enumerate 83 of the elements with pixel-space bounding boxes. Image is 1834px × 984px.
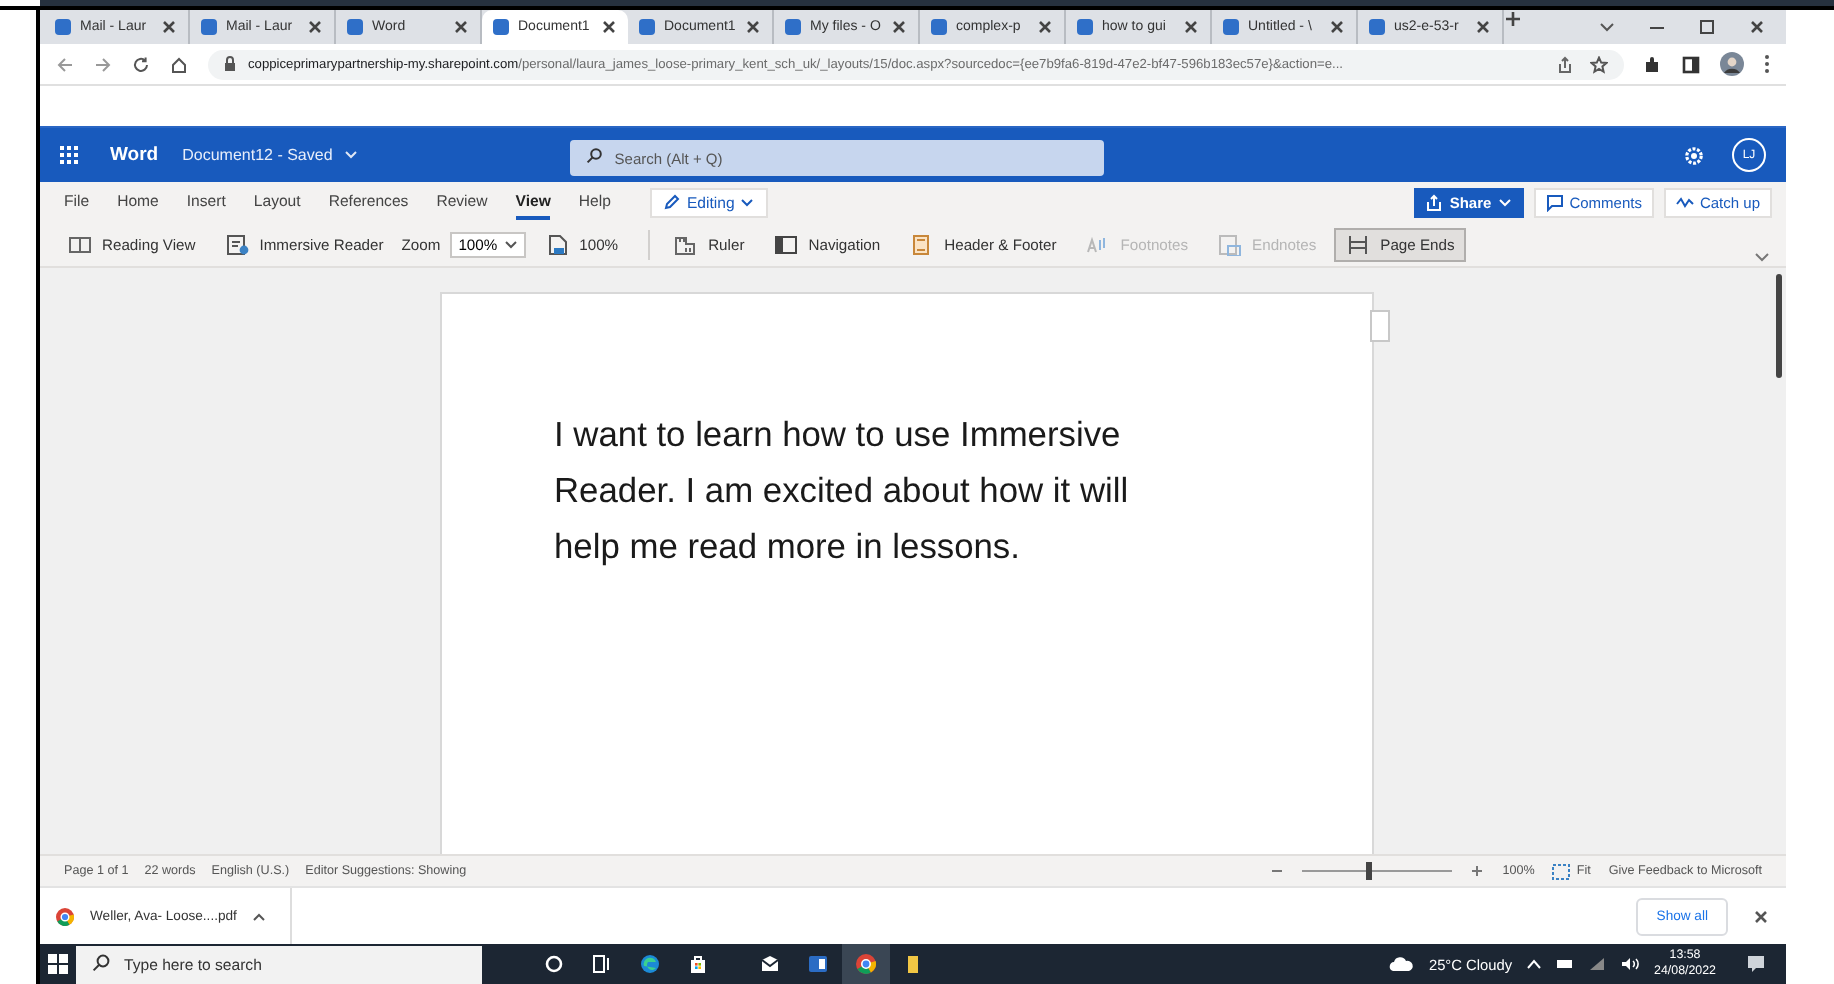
task-view-icon[interactable] <box>592 954 612 974</box>
close-icon[interactable] <box>160 18 178 36</box>
fit-icon <box>1552 863 1571 879</box>
profile-avatar-icon[interactable] <box>1720 52 1744 76</box>
close-icon[interactable] <box>1182 18 1200 36</box>
close-icon[interactable] <box>1036 18 1054 36</box>
search-icon <box>92 954 110 972</box>
reader-icon <box>225 233 250 255</box>
forward-icon[interactable] <box>94 55 112 73</box>
zoom-in-icon[interactable] <box>1470 864 1485 878</box>
book-icon <box>68 233 92 255</box>
menu-icon[interactable] <box>1764 54 1770 74</box>
scrollbar-thumb[interactable] <box>1776 274 1782 378</box>
activity-icon <box>1675 193 1694 211</box>
extension-icon[interactable] <box>1644 55 1662 73</box>
app-launcher-icon[interactable] <box>60 146 78 164</box>
caret-icon <box>740 197 755 207</box>
chrome-icon[interactable] <box>856 954 876 974</box>
close-icon[interactable] <box>1748 18 1766 36</box>
close-icon[interactable] <box>306 18 324 36</box>
page-ends-icon <box>1346 233 1371 255</box>
word-app-icon[interactable] <box>808 954 828 974</box>
app-name: Word <box>110 144 159 166</box>
site-icon <box>638 18 656 36</box>
site-icon <box>200 18 218 36</box>
sidebar-icon[interactable] <box>1682 55 1700 73</box>
site-icon <box>492 18 510 36</box>
close-icon[interactable] <box>890 18 908 36</box>
caret-icon <box>1497 197 1512 207</box>
expand-icon[interactable] <box>1754 252 1770 264</box>
close-icon[interactable] <box>1752 907 1770 925</box>
document-title[interactable]: Document12 - Saved <box>182 146 359 164</box>
close-icon[interactable] <box>600 18 618 36</box>
mail-icon[interactable] <box>760 954 780 974</box>
comment-marker[interactable] <box>1370 310 1390 342</box>
caret-icon <box>344 150 359 160</box>
windows-start-icon[interactable] <box>48 954 68 974</box>
comment-icon <box>1545 193 1564 211</box>
ruler-icon <box>674 233 699 255</box>
chrome-icon <box>56 907 74 925</box>
close-icon[interactable] <box>1328 18 1346 36</box>
maximize-icon[interactable] <box>1698 18 1716 36</box>
settings-icon[interactable] <box>1684 145 1704 165</box>
site-icon <box>1368 18 1386 36</box>
battery-icon[interactable] <box>1556 958 1575 970</box>
pencil-icon <box>664 194 681 210</box>
site-icon <box>1222 18 1240 36</box>
site-icon <box>1076 18 1094 36</box>
site-icon <box>54 18 72 36</box>
close-icon[interactable] <box>1474 18 1492 36</box>
share-icon[interactable] <box>1556 55 1574 73</box>
store-icon[interactable] <box>688 954 708 974</box>
close-icon[interactable] <box>452 18 470 36</box>
lock-icon <box>224 56 236 72</box>
star-icon[interactable] <box>1590 55 1608 73</box>
cloud-icon[interactable] <box>1388 956 1415 972</box>
cortana-icon[interactable] <box>544 954 564 974</box>
folder-icon[interactable] <box>904 954 924 974</box>
site-icon <box>784 18 802 36</box>
share-icon <box>1425 193 1444 211</box>
footnote-icon <box>1086 233 1111 255</box>
search-icon <box>586 147 603 163</box>
back-icon[interactable] <box>56 55 74 73</box>
home-icon[interactable] <box>170 55 188 73</box>
site-icon <box>930 18 948 36</box>
close-icon[interactable] <box>744 18 762 36</box>
site-icon <box>346 18 364 36</box>
reload-icon[interactable] <box>132 55 150 73</box>
caret-icon <box>503 239 518 249</box>
volume-icon[interactable] <box>1620 956 1641 972</box>
edge-icon[interactable] <box>640 954 660 974</box>
network-icon[interactable] <box>1588 956 1607 972</box>
caret-up-icon[interactable] <box>252 911 267 921</box>
zoom-out-icon[interactable] <box>1270 864 1285 878</box>
body-paragraph: I want to learn how to use Immersive Reader. I am excited about how it will help me read more in lessons. <box>554 412 1131 570</box>
notification-icon[interactable] <box>1746 954 1766 974</box>
navigation-pane-icon <box>774 233 799 255</box>
caret-icon[interactable] <box>1598 18 1616 36</box>
page-icon <box>545 233 570 255</box>
header-footer-icon <box>910 233 935 255</box>
zoom-slider-thumb[interactable] <box>1366 862 1373 880</box>
endnote-icon <box>1218 233 1243 255</box>
new-tab-icon[interactable] <box>1504 10 1522 28</box>
